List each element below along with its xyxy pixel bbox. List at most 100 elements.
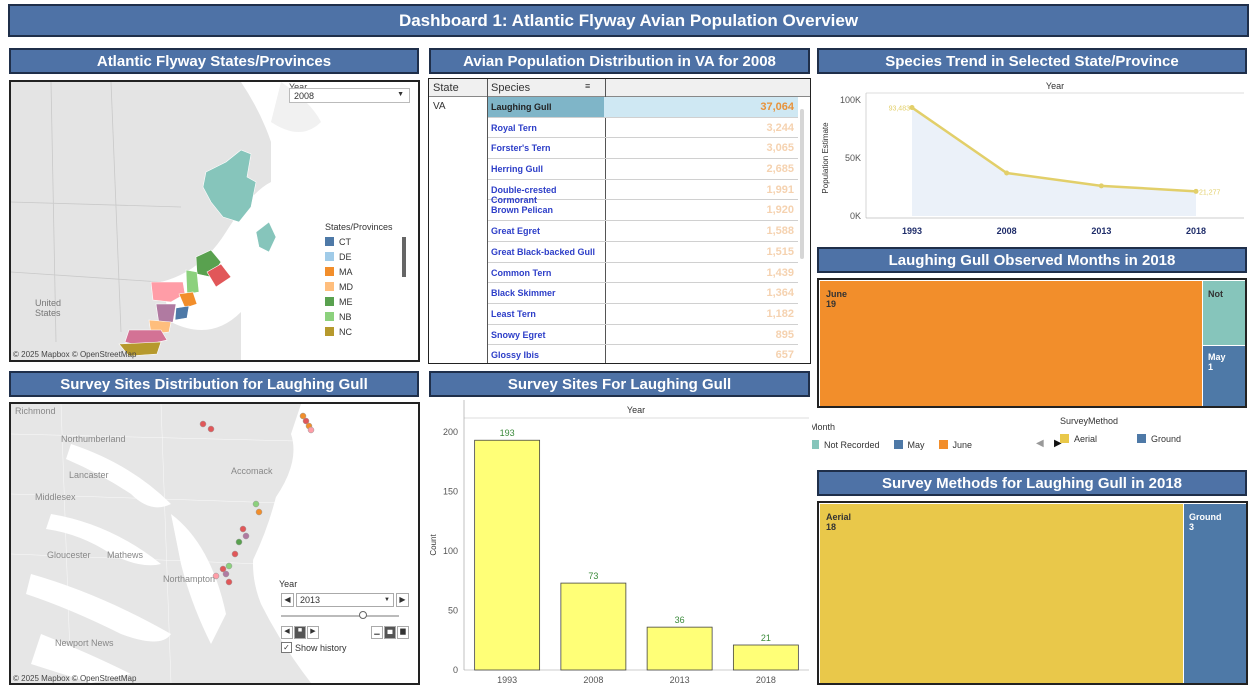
species-cell[interactable]: Great Black-backed Gull <box>488 242 604 262</box>
legend-scrollbar[interactable] <box>402 237 406 277</box>
value-cell: 1,182 <box>766 307 794 320</box>
treemap-june[interactable]: June 19 <box>820 281 1202 406</box>
legend-label: MA <box>339 266 353 277</box>
state-cell: VA <box>433 101 446 112</box>
map1-year-dropdown[interactable]: 2008 ▼ <box>289 88 410 103</box>
table-row[interactable]: Least Tern 1,182 <box>488 304 798 325</box>
species-cell[interactable]: Royal Tern <box>488 118 604 138</box>
species-cell[interactable]: Herring Gull <box>488 159 604 179</box>
legend-item[interactable]: June <box>938 437 972 452</box>
bar-2018[interactable] <box>732 644 799 671</box>
legend-prev-icon[interactable]: ◀ <box>1036 438 1044 449</box>
treemap-may[interactable]: May 1 <box>1203 346 1245 406</box>
species-cell[interactable]: Laughing Gull <box>488 97 604 117</box>
show-history-toggle[interactable]: ✓ Show history <box>281 642 347 653</box>
year-slider-thumb[interactable] <box>359 611 367 619</box>
sites-year-dropdown[interactable]: 2013 ▼ <box>296 593 394 607</box>
legend-item[interactable]: May <box>893 437 925 452</box>
trend-x-tick: 2018 <box>1186 226 1206 236</box>
table-row[interactable]: Laughing Gull 37,064 <box>488 97 798 118</box>
treemap-ground[interactable]: Ground 3 <box>1184 504 1246 683</box>
legend-item[interactable]: Ground <box>1137 431 1181 446</box>
value-cell: 895 <box>775 328 794 341</box>
bar-y-tick: 150 <box>443 486 458 496</box>
species-cell[interactable]: Least Tern <box>488 304 604 324</box>
species-cell[interactable]: Common Tern <box>488 263 604 283</box>
value-cell: 1,991 <box>766 183 794 196</box>
next-year-button[interactable]: ▶ <box>396 593 409 607</box>
legend-item-nc[interactable]: NC <box>325 324 417 339</box>
table-row[interactable]: Snowy Egret 895 <box>488 325 798 346</box>
table-row[interactable]: Double-crested Cormorant 1,991 <box>488 180 798 205</box>
year-slider-track[interactable] <box>281 615 399 617</box>
species-cell[interactable]: Double-crested Cormorant <box>488 180 604 205</box>
table-scrollbar[interactable] <box>800 109 804 259</box>
stop-icon[interactable]: ■ <box>294 626 306 639</box>
table-row[interactable]: Herring Gull 2,685 <box>488 159 798 180</box>
table-row[interactable]: Glossy Ibis 657 <box>488 345 798 363</box>
play-icon[interactable]: ▶ <box>307 626 319 639</box>
legend-swatch <box>325 282 334 291</box>
species-cell[interactable]: Glossy Ibis <box>488 345 604 363</box>
sites-map-title: Survey Sites Distribution for Laughing G… <box>9 371 419 397</box>
legend-swatch <box>1137 434 1147 443</box>
notrec-label: Not <box>1208 289 1223 299</box>
species-cell[interactable]: Black Skimmer <box>488 283 604 303</box>
trend-point[interactable] <box>1098 183 1104 189</box>
map1-year-value: 2008 <box>294 91 315 101</box>
table-row[interactable]: Royal Tern 3,244 <box>488 118 798 139</box>
sort-icon[interactable]: ≡ <box>585 81 590 91</box>
prev-year-button[interactable]: ◀ <box>281 593 294 607</box>
trend-last-label: 21,277 <box>1199 189 1221 196</box>
trend-point[interactable] <box>1004 170 1010 176</box>
checkbox-icon[interactable]: ✓ <box>281 642 292 653</box>
value-cell: 1,920 <box>766 204 794 217</box>
trend-point[interactable] <box>1193 188 1199 194</box>
trend-chart[interactable]: Year 100K 50K 0K Population Estimate 1993 2008… <box>816 78 1248 240</box>
sites-map-attribution: © 2025 Mapbox © OpenStreetMap <box>13 674 137 683</box>
value-cell: 657 <box>775 349 794 362</box>
sites-year-label: Year <box>279 579 298 589</box>
legend-item-me[interactable]: ME <box>325 294 417 309</box>
species-cell[interactable]: Great Egret <box>488 221 604 241</box>
species-cell[interactable]: Brown Pelican <box>488 200 604 220</box>
table-row[interactable]: Great Egret 1,588 <box>488 221 798 242</box>
ground-count: 3 <box>1189 522 1195 532</box>
bar-2013[interactable] <box>646 626 713 671</box>
bar-axis-title: Year <box>627 405 645 415</box>
species-cell[interactable]: Snowy Egret <box>488 325 604 345</box>
legend-item-md[interactable]: MD <box>325 279 417 294</box>
bar-y-tick: 0 <box>453 665 458 675</box>
table-row[interactable]: Common Tern 1,439 <box>488 263 798 284</box>
table-row[interactable]: Great Black-backed Gull 1,515 <box>488 242 798 263</box>
speed-medium-icon[interactable]: ▄ <box>384 626 396 639</box>
value-cell: 37,064 <box>760 101 794 113</box>
legend-item[interactable]: Not Recorded <box>810 437 880 452</box>
treemap-aerial[interactable]: Aerial 18 <box>820 504 1183 683</box>
species-cell[interactable]: Forster's Tern <box>488 138 604 158</box>
trend-point[interactable] <box>909 105 915 111</box>
trend-y-tick: 0K <box>850 211 861 221</box>
col-state-header[interactable]: State <box>433 82 459 94</box>
legend-label: ME <box>339 296 353 307</box>
table-row[interactable]: Black Skimmer 1,364 <box>488 283 798 304</box>
bar-1993[interactable] <box>474 439 541 671</box>
bar-x-tick: 2008 <box>583 675 603 685</box>
sites-map[interactable]: Richmond Northumberland Lancaster Middle… <box>9 402 420 685</box>
step-back-icon[interactable]: ◀ <box>281 626 293 639</box>
country-label: United States <box>35 298 62 318</box>
speed-slow-icon[interactable]: ▁ <box>371 626 383 639</box>
states-map[interactable]: Year 2008 ▼ States/Provinces CT DE MA MD ME N… <box>9 80 420 362</box>
legend-item[interactable]: Aerial <box>1060 431 1097 446</box>
bar-value-label: 73 <box>588 571 598 581</box>
chevron-down-icon: ▼ <box>384 597 390 603</box>
table-row[interactable]: Forster's Tern 3,065 <box>488 138 798 160</box>
table-row[interactable]: Brown Pelican 1,920 <box>488 200 798 222</box>
treemap-not-recorded[interactable]: Not <box>1203 281 1245 345</box>
col-species-header[interactable]: Species <box>491 82 530 94</box>
legend-item-nb[interactable]: NB <box>325 309 417 324</box>
bar-2008[interactable] <box>560 582 627 671</box>
bar-value-label: 36 <box>675 615 685 625</box>
speed-fast-icon[interactable]: ▆ <box>397 626 409 639</box>
sites-bar-chart[interactable]: Year 0 50 100 150 200 Count 193 1993 73 2008 36 2013… <box>428 400 812 688</box>
